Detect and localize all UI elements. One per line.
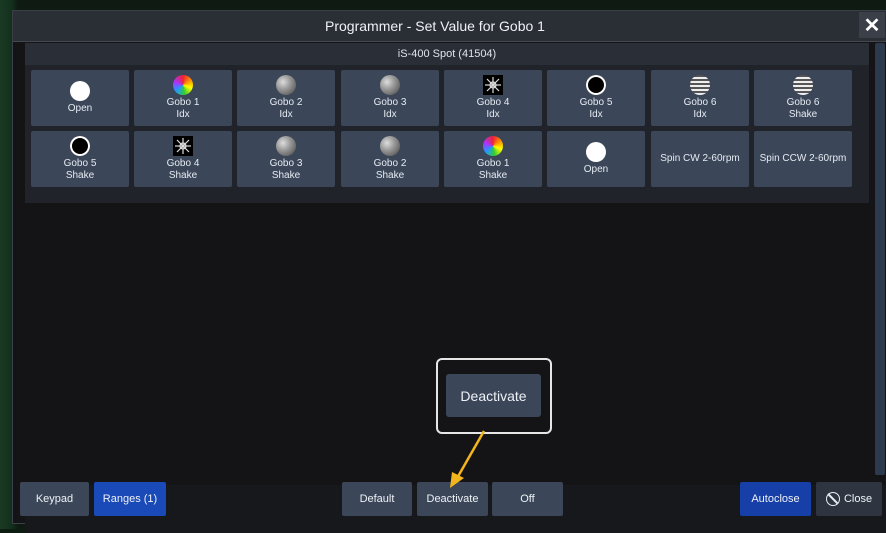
cell-sublabel: Idx — [486, 109, 500, 120]
gobo-cell-open-2[interactable]: Open — [547, 131, 645, 187]
cell-label: Gobo 4 — [476, 97, 510, 108]
close-icon[interactable]: ✕ — [859, 12, 885, 38]
cell-sublabel: Idx — [176, 109, 190, 120]
gobo-cell-gobo4-idx[interactable]: Gobo 4 Idx — [444, 70, 542, 126]
title-bar: Programmer - Set Value for Gobo 1 ✕ — [13, 11, 886, 42]
gobo-grid: Open Gobo 1 Idx Gobo 2 Idx Gobo 3 Idx Go… — [25, 65, 869, 203]
cell-label: Gobo 5 — [63, 158, 97, 169]
cell-label: Gobo 2 — [373, 158, 407, 169]
fixture-label: iS-400 Spot (41504) — [397, 48, 497, 60]
gobo-cell-gobo3-shake[interactable]: Gobo 3 Shake — [237, 131, 335, 187]
cell-sublabel: Shake — [375, 170, 405, 181]
ring-gobo-icon — [586, 75, 606, 95]
cell-sublabel: Idx — [383, 109, 397, 120]
cell-sublabel: Shake — [478, 170, 508, 181]
gobo-cell-gobo5-idx[interactable]: Gobo 5 Idx — [547, 70, 645, 126]
cell-label: Spin CW 2-60rpm — [660, 153, 740, 164]
gobo-cell-spin-ccw[interactable]: Spin CCW 2-60rpm — [754, 131, 852, 187]
ranges-button[interactable]: Ranges (1) — [94, 482, 166, 516]
cell-sublabel: Shake — [168, 170, 198, 181]
texture-gobo-icon — [276, 136, 296, 156]
texture-gobo-icon — [380, 75, 400, 95]
open-circle-icon — [70, 81, 90, 101]
gobo-cell-gobo1-shake[interactable]: Gobo 1 Shake — [444, 131, 542, 187]
cell-sublabel: Shake — [271, 170, 301, 181]
open-circle-icon — [586, 142, 606, 162]
star-pattern-icon — [173, 136, 193, 156]
gobo-cell-gobo1-idx[interactable]: Gobo 1 Idx — [134, 70, 232, 126]
cell-label: Gobo 3 — [373, 97, 407, 108]
gobo-cell-spin-cw[interactable]: Spin CW 2-60rpm — [651, 131, 749, 187]
cell-label: Open — [583, 164, 609, 175]
zoom-callout: Deactivate — [436, 358, 552, 434]
cell-sublabel: Idx — [589, 109, 603, 120]
gobo-cell-gobo2-idx[interactable]: Gobo 2 Idx — [237, 70, 335, 126]
cell-label: Gobo 1 — [476, 158, 510, 169]
autoclose-button[interactable]: Autoclose — [740, 482, 811, 516]
cell-label: Gobo 5 — [579, 97, 613, 108]
color-wheel-icon — [483, 136, 503, 156]
gobo-cell-gobo6-shake[interactable]: Gobo 6 Shake — [754, 70, 852, 126]
off-button[interactable]: Off — [492, 482, 563, 516]
gobo-cell-gobo5-shake[interactable]: Gobo 5 Shake — [31, 131, 129, 187]
ban-icon — [825, 492, 840, 506]
cell-label: Gobo 6 — [786, 97, 820, 108]
cell-sublabel: Shake — [788, 109, 818, 120]
texture-gobo-icon — [276, 75, 296, 95]
texture-gobo-icon — [380, 136, 400, 156]
dialog-title: Programmer - Set Value for Gobo 1 — [325, 18, 545, 34]
cell-label: Gobo 3 — [269, 158, 303, 169]
color-wheel-icon — [173, 75, 193, 95]
cell-label: Gobo 6 — [683, 97, 717, 108]
cell-sublabel: Idx — [279, 109, 293, 120]
stripe-gobo-icon — [793, 75, 813, 95]
cell-label: Spin CCW 2-60rpm — [759, 153, 847, 164]
close-button-label: Close — [843, 493, 873, 505]
ring-gobo-icon — [70, 136, 90, 156]
cell-label: Gobo 4 — [166, 158, 200, 169]
gobo-cell-gobo6-idx[interactable]: Gobo 6 Idx — [651, 70, 749, 126]
cell-label: Gobo 2 — [269, 97, 303, 108]
star-pattern-icon — [483, 75, 503, 95]
cell-label: Open — [67, 103, 93, 114]
default-button[interactable]: Default — [342, 482, 412, 516]
close-button[interactable]: Close — [816, 482, 882, 516]
gobo-cell-gobo2-shake[interactable]: Gobo 2 Shake — [341, 131, 439, 187]
fixture-header: iS-400 Spot (41504) — [25, 43, 869, 65]
callout-deactivate-button: Deactivate — [446, 374, 541, 417]
stripe-gobo-icon — [690, 75, 710, 95]
cell-label: Gobo 1 — [166, 97, 200, 108]
gobo-cell-gobo4-shake[interactable]: Gobo 4 Shake — [134, 131, 232, 187]
vertical-scrollbar[interactable] — [875, 43, 885, 475]
cell-sublabel: Shake — [65, 170, 95, 181]
gobo-cell-open[interactable]: Open — [31, 70, 129, 126]
keypad-button[interactable]: Keypad — [20, 482, 89, 516]
gobo-cell-gobo3-idx[interactable]: Gobo 3 Idx — [341, 70, 439, 126]
pointer-arrow-icon — [450, 430, 486, 488]
cell-sublabel: Idx — [693, 109, 707, 120]
